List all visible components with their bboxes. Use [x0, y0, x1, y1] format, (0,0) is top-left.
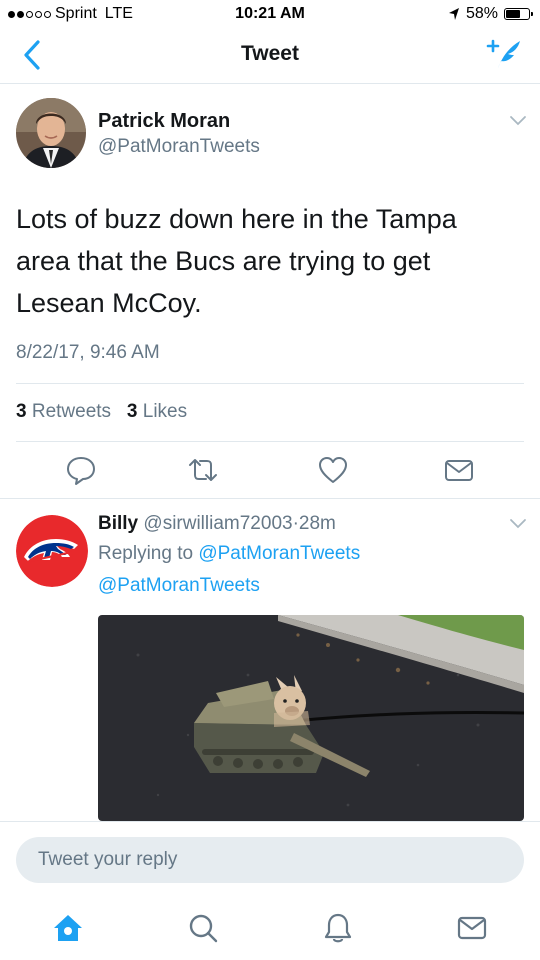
reply-author-name[interactable]: Billy — [98, 513, 138, 534]
reply-input[interactable] — [16, 837, 524, 883]
like-icon[interactable] — [316, 453, 350, 487]
retweet-icon[interactable] — [186, 453, 220, 487]
author-handle[interactable]: @PatMoranTweets — [98, 136, 260, 158]
battery-icon — [504, 8, 533, 20]
home-icon[interactable] — [52, 912, 84, 944]
author-avatar[interactable] — [16, 98, 86, 168]
reply-header: Billy @sirwilliam72003·28m — [98, 513, 336, 535]
divider — [16, 383, 524, 384]
direct-message-icon[interactable] — [442, 453, 476, 487]
author-name[interactable]: Patrick Moran — [98, 110, 230, 133]
location-arrow-icon — [448, 8, 459, 20]
battery-percent: 58% — [465, 5, 498, 22]
likes-label: Likes — [142, 401, 188, 422]
status-right: 58% — [448, 5, 533, 23]
reply-author-handle[interactable]: @sirwilliam72003 — [143, 513, 292, 534]
chevron-down-icon[interactable] — [508, 113, 528, 129]
divider — [0, 498, 540, 499]
page-title: Tweet — [241, 42, 299, 65]
replying-to-prefix: Replying to — [98, 543, 194, 564]
replying-to-link[interactable]: @PatMoranTweets — [198, 543, 360, 564]
reply-icon[interactable] — [64, 453, 98, 487]
notifications-icon[interactable] — [322, 912, 354, 944]
likes-stat[interactable]: 3 Likes — [127, 401, 187, 422]
retweets-count: 3 — [16, 401, 27, 422]
retweets-stat[interactable]: 3 Retweets — [16, 401, 111, 422]
dog-in-tank-photo — [98, 615, 524, 821]
tweet-stats: 3 Retweets 3 Likes — [16, 401, 187, 423]
divider — [16, 441, 524, 442]
navigation-bar: Tweet — [0, 28, 540, 84]
retweets-label: Retweets — [31, 401, 112, 422]
tweet-timestamp: 8/22/17, 9:46 AM — [16, 342, 160, 363]
search-icon[interactable] — [187, 912, 219, 944]
compose-tweet-icon[interactable] — [484, 36, 524, 72]
author-avatar-image — [16, 98, 86, 168]
reply-media-image[interactable] — [98, 615, 524, 821]
tweet-text: Lots of buzz down here in the Tampa area… — [16, 204, 457, 318]
buffalo-logo-icon — [16, 515, 88, 587]
messages-icon[interactable] — [456, 912, 488, 944]
status-bar: Sprint LTE 10:21 AM 58% — [0, 0, 540, 28]
reply-time: 28m — [298, 513, 336, 534]
reply-text-mention[interactable]: @PatMoranTweets — [98, 575, 260, 597]
likes-count: 3 — [126, 401, 138, 422]
replying-to-line: Replying to @PatMoranTweets — [98, 543, 360, 565]
reply-author-avatar[interactable] — [16, 515, 88, 587]
chevron-down-icon[interactable] — [508, 516, 528, 532]
